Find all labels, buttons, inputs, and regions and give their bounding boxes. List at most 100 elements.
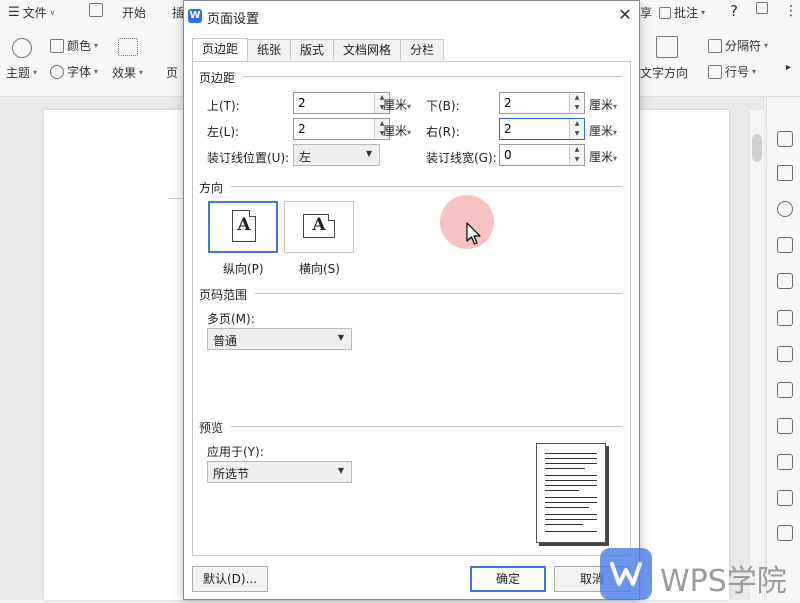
margins-tab-panel: 页边距 上(T): ▲▼ 厘米▾ 下(B): ▲▼ 厘米▾ 左(L): ▲▼ 厘… — [192, 61, 631, 556]
chevron-down-icon: ▾ — [764, 41, 769, 50]
tab-share[interactable]: 享 — [640, 4, 652, 21]
default-button[interactable]: 默认(D)... — [192, 566, 268, 592]
right-margin-stepper[interactable]: ▲▼ — [499, 118, 585, 140]
pointer-icon[interactable] — [777, 165, 793, 181]
text-direction-label: 文字方向 — [640, 66, 689, 80]
line-number-icon — [708, 64, 722, 79]
annotate-label: 批注 — [674, 6, 699, 20]
bottom-margin-unit[interactable]: 厘米▾ — [589, 96, 617, 113]
tools-icon[interactable] — [777, 525, 793, 541]
apply-to-select[interactable]: 所选节 ▼ — [207, 461, 352, 483]
save-icon[interactable] — [89, 3, 103, 17]
stepper-arrows-icon[interactable]: ▲ ▼ — [569, 145, 584, 165]
annotate-icon — [659, 6, 671, 19]
section-divider — [231, 426, 622, 427]
top-margin-stepper[interactable]: ▲▼ — [293, 92, 390, 114]
pen-tool-icon[interactable] — [777, 131, 793, 147]
chevron-down-icon: ▼ — [337, 466, 344, 475]
gutter-width-unit[interactable]: 厘米▾ — [589, 148, 617, 165]
text-direction-icon[interactable] — [656, 36, 678, 58]
annotate-button[interactable]: 批注 ▾ — [659, 4, 705, 21]
landscape-label: 横向(S) — [299, 262, 340, 276]
scrollbar-thumb[interactable] — [752, 134, 762, 162]
line-number-button[interactable]: 行号 ▾ — [708, 63, 756, 80]
right-margin-input[interactable] — [500, 119, 571, 139]
chevron-down-icon: ▾ — [613, 154, 618, 163]
page-preview — [536, 443, 606, 543]
dialog-titlebar[interactable]: W 页面设置 ✕ — [184, 1, 639, 31]
share-icon[interactable] — [777, 490, 793, 506]
wps-academy-watermark: WPS学院 — [600, 548, 800, 600]
gutter-width-input[interactable] — [500, 145, 571, 165]
chevron-down-icon: ▾ — [613, 128, 618, 137]
tab-paper[interactable]: 纸张 — [247, 39, 292, 60]
sliders-icon[interactable] — [777, 418, 793, 434]
tab-document-grid[interactable]: 文档网格 — [333, 39, 402, 60]
page-setup-dialog: W 页面设置 ✕ 页边距 纸张 版式 文档网格 分栏 页边距 上(T): ▲▼ … — [183, 0, 640, 600]
theme-button[interactable]: 主题 ▾ — [6, 64, 37, 81]
tab-start-label: 开始 — [122, 6, 147, 20]
theme-palette-icon[interactable] — [12, 38, 32, 58]
help-button[interactable]: ? — [730, 2, 738, 20]
font-icon — [50, 64, 64, 79]
section-divider — [231, 186, 622, 187]
file-menu[interactable]: ☰ 文件 ∨ — [8, 4, 56, 21]
multiple-pages-select[interactable]: 普通 ▼ — [207, 328, 352, 350]
gutter-position-select[interactable]: 左 ▼ — [293, 144, 380, 166]
top-margin-unit[interactable]: 厘米▾ — [383, 96, 411, 113]
vertical-scrollbar[interactable] — [750, 110, 764, 600]
unit-label: 厘米 — [589, 150, 614, 164]
chevron-down-icon: ▾ — [94, 41, 99, 50]
text-direction-button[interactable]: 文字方向 — [640, 64, 688, 81]
bottom-margin-input[interactable] — [500, 93, 571, 113]
left-margin-stepper[interactable]: ▲▼ — [293, 118, 390, 140]
bottom-margin-stepper[interactable]: ▲▼ — [499, 92, 585, 114]
ribbon-scroll-icon[interactable]: ▸ — [786, 62, 791, 73]
ok-button[interactable]: 确定 — [470, 566, 546, 592]
table-icon[interactable] — [777, 310, 793, 326]
image-icon[interactable] — [777, 454, 793, 470]
stepper-arrows-icon[interactable]: ▲ ▼ — [569, 93, 584, 113]
tab-columns[interactable]: 分栏 — [400, 39, 445, 60]
close-icon[interactable]: ✕ — [615, 5, 635, 25]
left-margin-input[interactable] — [294, 119, 376, 139]
portrait-option[interactable]: A — [208, 201, 278, 253]
page-button-partial[interactable]: 页 — [166, 64, 178, 81]
color-grid-icon — [50, 38, 64, 53]
apply-to-value: 所选节 — [213, 467, 250, 481]
color-button[interactable]: 颜色 ▾ — [50, 37, 98, 54]
dialog-title: 页面设置 — [207, 12, 260, 27]
pen-icon[interactable] — [756, 2, 768, 14]
shapes-icon[interactable] — [777, 237, 793, 253]
font-button[interactable]: 字体 ▾ — [50, 63, 98, 80]
effect-button[interactable]: 效果 ▾ — [112, 64, 143, 81]
gutter-position-label: 装订线位置(U): — [207, 151, 290, 165]
watermark-text: WPS学院 — [660, 564, 787, 599]
right-margin-label: 右(R): — [426, 125, 460, 139]
font-label: 字体 — [67, 65, 92, 79]
chart-icon[interactable] — [777, 382, 793, 398]
top-margin-input[interactable] — [294, 93, 376, 113]
separator-icon — [708, 38, 722, 53]
wps-watermark-logo-icon — [600, 548, 652, 600]
unit-label: 厘米 — [383, 124, 408, 138]
crop-icon[interactable] — [777, 273, 793, 289]
left-margin-unit[interactable]: 厘米▾ — [383, 122, 411, 139]
chevron-down-icon: ▾ — [33, 68, 38, 77]
stepper-arrows-icon[interactable]: ▲ ▼ — [569, 119, 584, 139]
effect-icon[interactable] — [118, 38, 138, 56]
right-margin-unit[interactable]: 厘米▾ — [589, 122, 617, 139]
more-icon[interactable]: ⋮ — [784, 3, 798, 19]
location-icon[interactable] — [777, 201, 793, 217]
separator-button[interactable]: 分隔符 ▾ — [708, 37, 768, 54]
multiple-pages-label: 多页(M): — [207, 312, 255, 326]
landscape-option[interactable]: A — [284, 201, 354, 253]
chevron-down-icon: ▾ — [701, 8, 706, 17]
tab-start[interactable]: 开始 — [122, 4, 146, 21]
gutter-width-stepper[interactable]: ▲▼ — [499, 144, 585, 166]
apps-icon[interactable] — [777, 346, 793, 362]
tab-margins[interactable]: 页边距 — [192, 38, 249, 61]
wps-logo-icon: W — [188, 9, 202, 23]
right-sidebar — [766, 97, 800, 600]
tab-layout[interactable]: 版式 — [290, 39, 335, 60]
